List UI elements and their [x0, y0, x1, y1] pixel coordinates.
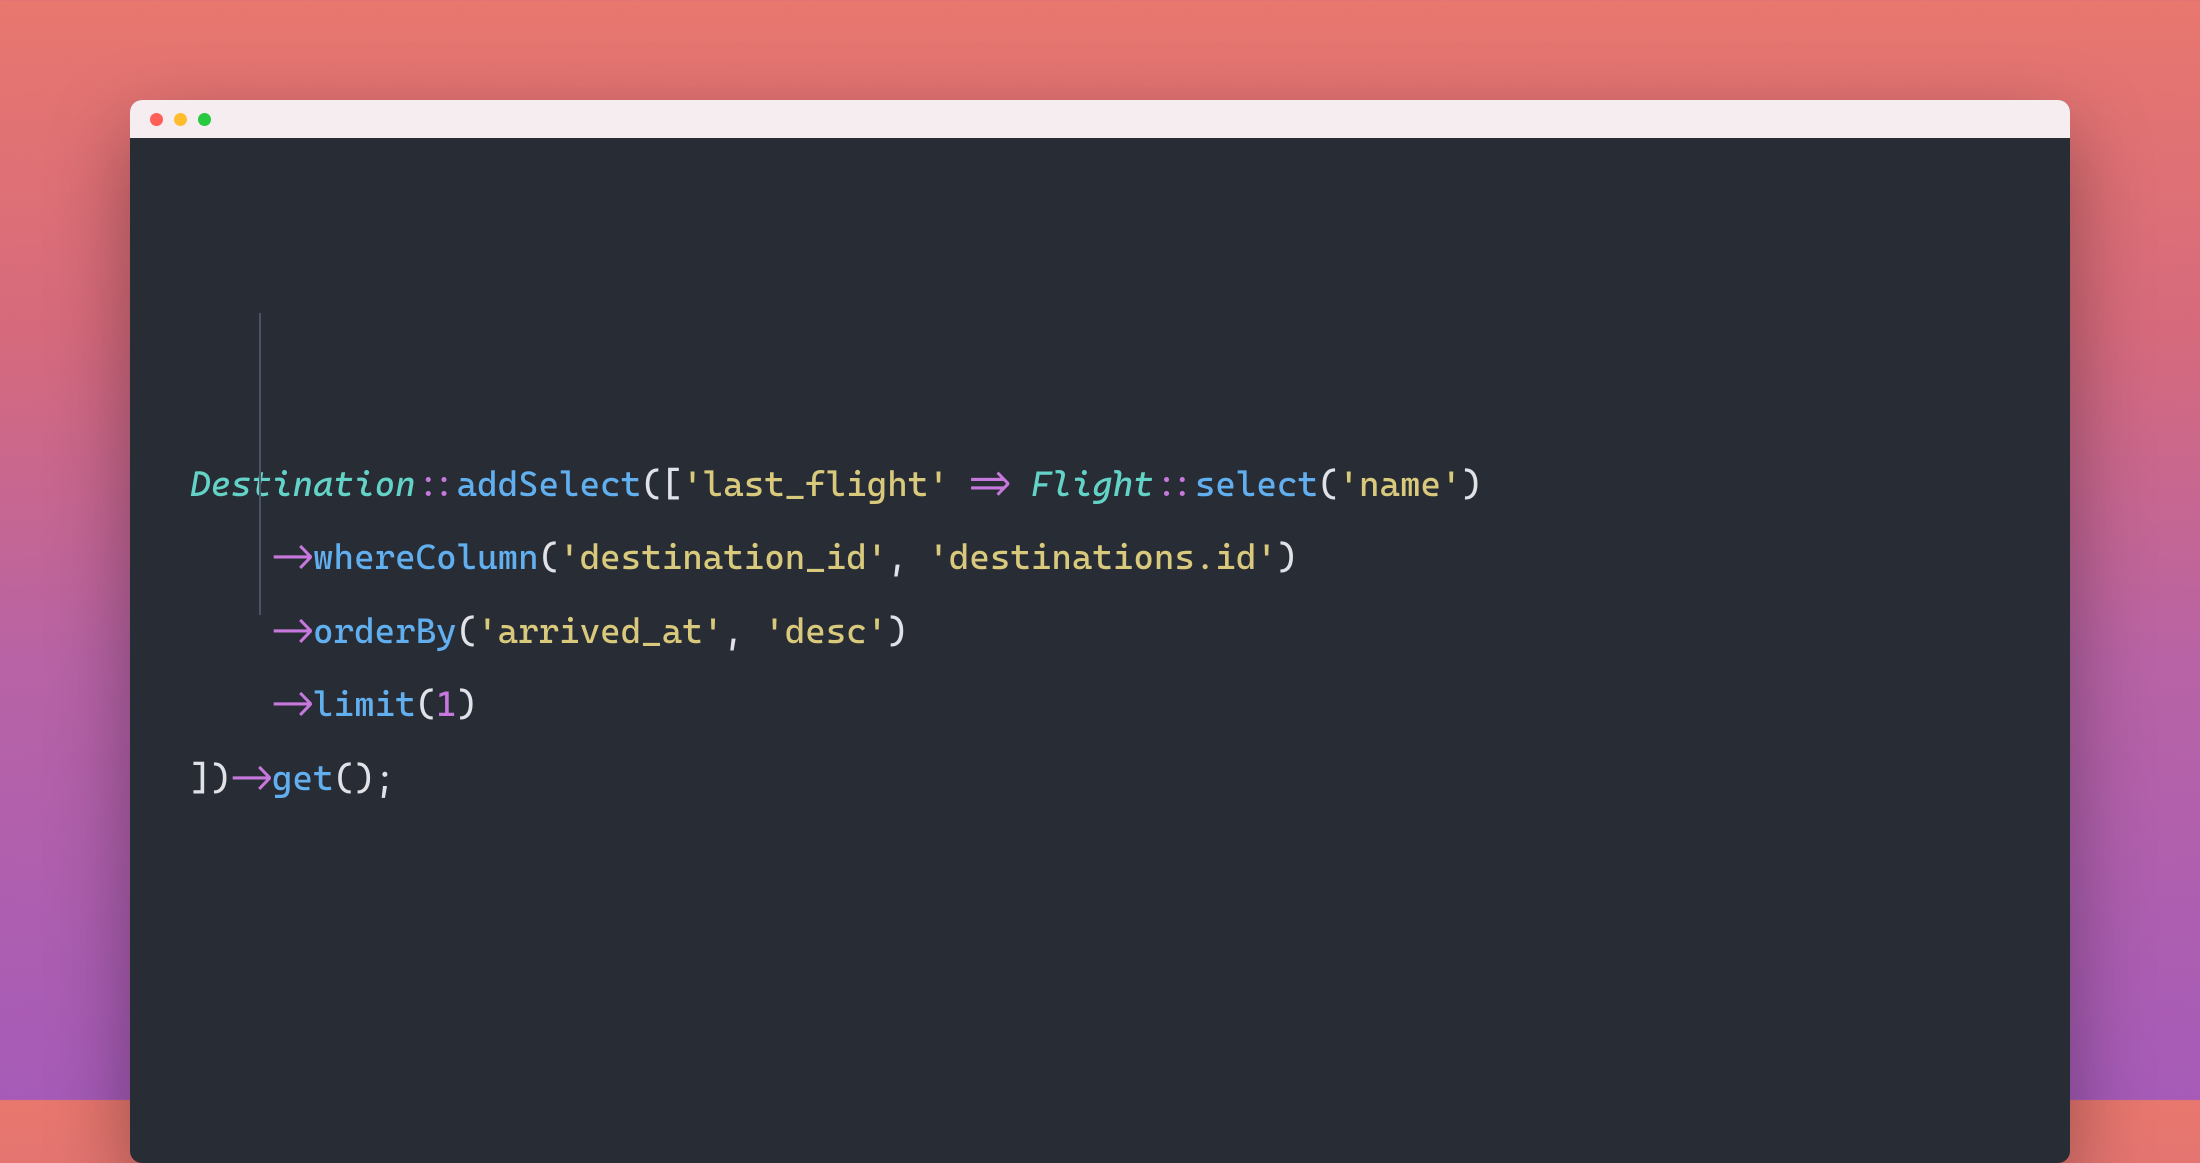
code-token: ->	[272, 612, 313, 652]
code-line: ->limit(1)	[190, 669, 2010, 743]
code-token: 'destinations.id'	[928, 538, 1277, 578]
code-token: ([	[641, 465, 682, 505]
code-token: ,	[723, 612, 764, 652]
code-token	[1010, 465, 1031, 505]
code-line: Destination::addSelect(['last_flight' =>…	[190, 449, 2010, 523]
code-token: Destination	[190, 465, 416, 505]
indent	[190, 612, 272, 652]
close-icon[interactable]	[150, 113, 163, 126]
code-token: )	[1277, 538, 1298, 578]
code-token: (	[416, 685, 437, 725]
code-token: (	[539, 538, 560, 578]
code-token: ::	[416, 465, 457, 505]
code-token: =>	[969, 465, 1010, 505]
code-token: orderBy	[313, 612, 457, 652]
maximize-icon[interactable]	[198, 113, 211, 126]
code-token: 'name'	[1338, 465, 1461, 505]
window-titlebar	[130, 100, 2070, 138]
code-line: ])->get();	[190, 743, 2010, 817]
code-token: )	[457, 685, 478, 725]
code-token: 1	[436, 685, 457, 725]
code-line: ->orderBy('arrived_at', 'desc')	[190, 596, 2010, 670]
code-token: ->	[272, 538, 313, 578]
code-token: (	[1318, 465, 1339, 505]
code-line: ->whereColumn('destination_id', 'destina…	[190, 522, 2010, 596]
code-token: 'arrived_at'	[477, 612, 723, 652]
code-token: ])	[190, 759, 231, 799]
code-content: Destination::addSelect(['last_flight' =>…	[190, 449, 2010, 817]
code-token: ,	[887, 538, 928, 578]
code-token: 'destination_id'	[559, 538, 887, 578]
code-token: ->	[272, 685, 313, 725]
indent-guide	[259, 313, 261, 615]
editor-window: Destination::addSelect(['last_flight' =>…	[130, 100, 2070, 1163]
code-token: whereColumn	[313, 538, 539, 578]
code-token: (	[457, 612, 478, 652]
code-token: )	[1462, 465, 1483, 505]
code-token: addSelect	[457, 465, 642, 505]
code-token: )	[887, 612, 908, 652]
code-token: ::	[1154, 465, 1195, 505]
code-token: ->	[231, 759, 272, 799]
code-token: get	[272, 759, 334, 799]
code-token: Flight	[1031, 465, 1154, 505]
code-token: ();	[334, 759, 396, 799]
code-token: 'desc'	[764, 612, 887, 652]
code-token: limit	[313, 685, 416, 725]
code-token	[949, 465, 970, 505]
minimize-icon[interactable]	[174, 113, 187, 126]
indent	[190, 685, 272, 725]
code-token: 'last_flight'	[682, 465, 949, 505]
code-token: select	[1195, 465, 1318, 505]
code-editor[interactable]: Destination::addSelect(['last_flight' =>…	[130, 138, 2070, 1163]
